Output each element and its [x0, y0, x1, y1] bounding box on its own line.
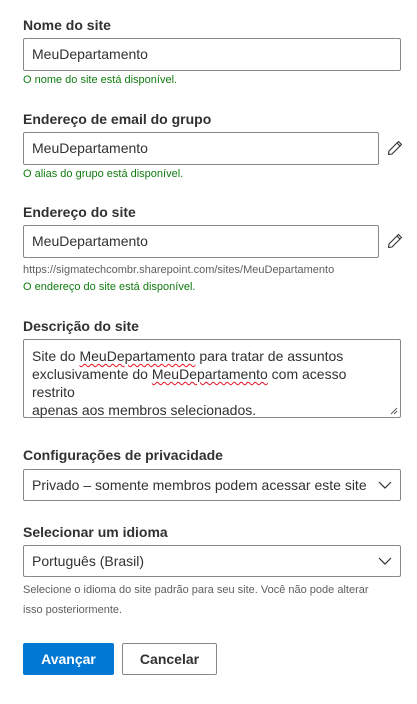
description-field: Descrição do site Site do MeuDepartament… — [23, 317, 401, 418]
spellcheck-word: MeuDepartamento — [151, 366, 268, 382]
spellcheck-word: MeuDepartamento — [79, 348, 196, 364]
pencil-icon[interactable] — [387, 140, 403, 156]
next-button[interactable]: Avançar — [23, 643, 114, 675]
pencil-icon[interactable] — [387, 233, 403, 249]
privacy-label: Configurações de privacidade — [23, 447, 223, 463]
site-address-label: Endereço do site — [23, 204, 136, 220]
site-address-url: https://sigmatechcombr.sharepoint.com/si… — [23, 264, 335, 276]
language-dropdown[interactable]: Português (Brasil) — [23, 545, 401, 577]
language-hint-line2: isso posteriormente. — [23, 604, 123, 616]
group-email-status: O alias do grupo está disponível. — [23, 168, 184, 180]
description-textarea[interactable]: Site do MeuDepartamento para tratar de a… — [23, 339, 401, 418]
site-name-input[interactable]: MeuDepartamento — [23, 38, 401, 71]
resize-grip-icon[interactable] — [388, 405, 398, 415]
site-address-status: O endereço do site está disponível. — [23, 281, 196, 293]
description-line: apenas aos membros selecionados. — [32, 402, 257, 418]
language-label: Selecionar um idioma — [23, 524, 168, 540]
chevron-down-icon — [378, 557, 392, 565]
site-name-field: Nome do site MeuDepartamento O nome do s… — [23, 16, 401, 86]
chevron-down-icon — [378, 481, 392, 489]
description-label: Descrição do site — [23, 318, 139, 334]
group-email-input[interactable]: MeuDepartamento — [23, 132, 379, 165]
language-selected: Português (Brasil) — [32, 553, 145, 569]
site-name-status: O nome do site está disponível. — [23, 74, 178, 86]
site-address-field: Endereço do site MeuDepartamento https:/… — [23, 203, 379, 293]
description-line: Site do MeuDepartamento para tratar de a… — [32, 348, 344, 364]
site-name-label: Nome do site — [23, 17, 111, 33]
group-email-label: Endereço de email do grupo — [23, 111, 212, 127]
language-hint-line1: Selecione o idioma do site padrão para s… — [23, 584, 369, 596]
group-email-field: Endereço de email do grupo MeuDepartamen… — [23, 110, 379, 180]
cancel-button[interactable]: Cancelar — [122, 643, 217, 675]
description-line: exclusivamente do MeuDepartamento com ac… — [32, 366, 347, 400]
language-field: Selecionar um idioma Português (Brasil) … — [23, 523, 401, 616]
create-site-form: Nome do site MeuDepartamento O nome do s… — [0, 0, 417, 704]
privacy-selected: Privado – somente membros podem acessar … — [32, 477, 367, 493]
privacy-field: Configurações de privacidade Privado – s… — [23, 446, 401, 501]
site-address-input[interactable]: MeuDepartamento — [23, 225, 379, 258]
privacy-dropdown[interactable]: Privado – somente membros podem acessar … — [23, 469, 401, 501]
